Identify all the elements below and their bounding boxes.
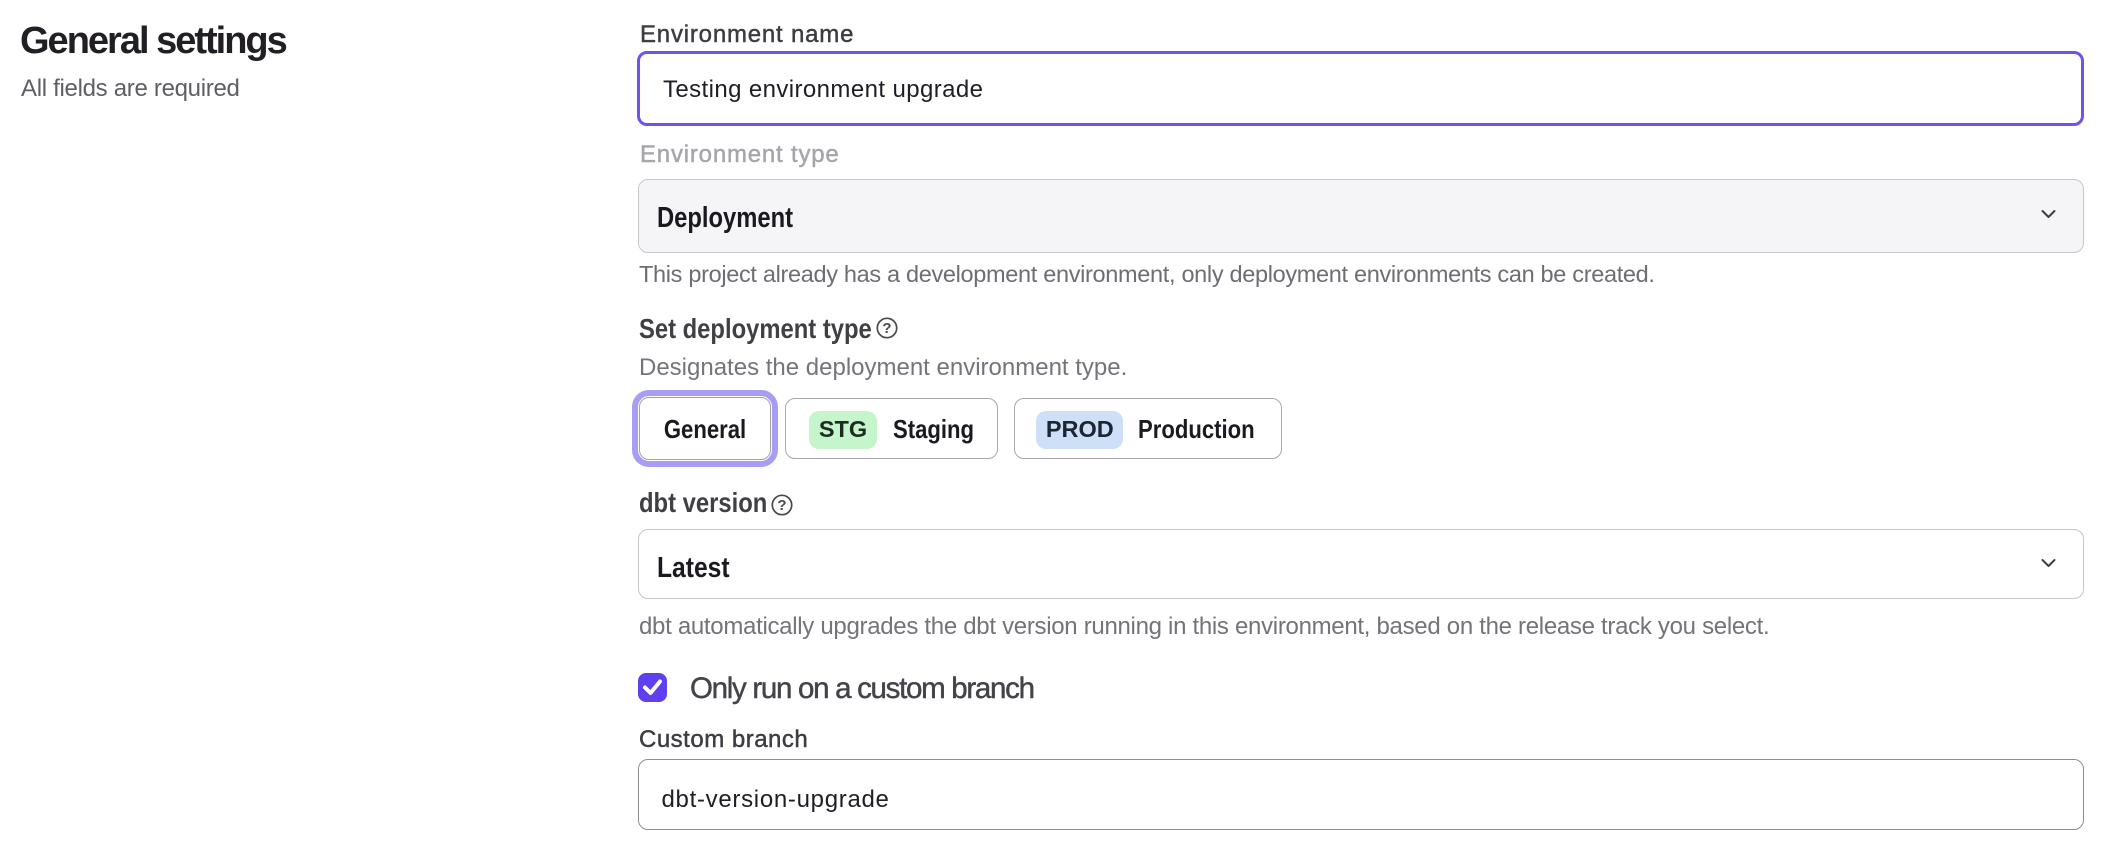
svg-text:?: ? (777, 497, 786, 514)
svg-text:?: ? (882, 320, 891, 337)
